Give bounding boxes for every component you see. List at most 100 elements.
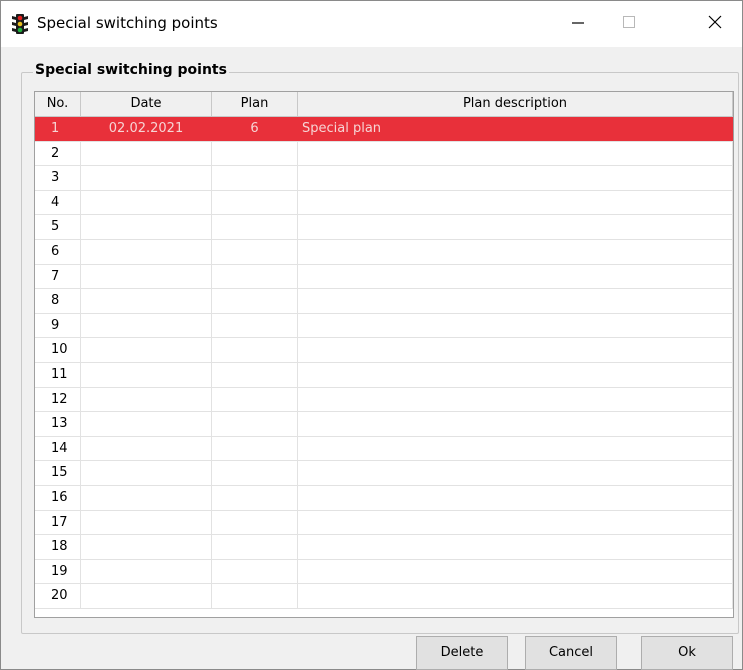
table-row[interactable]: 14 [35,436,733,462]
cell-plan[interactable] [212,362,298,387]
cell-date[interactable] [81,485,212,510]
cell-plan[interactable] [212,584,298,608]
cell-plan[interactable] [212,559,298,584]
cell-plan-description[interactable] [298,559,733,584]
cell-plan-description[interactable] [298,190,733,215]
cell-no[interactable]: 14 [35,436,81,461]
table-row[interactable]: 18 [35,535,733,560]
table-row[interactable]: 7 [35,264,733,290]
delete-button[interactable]: Delete [416,636,508,670]
cell-plan-description[interactable] [298,313,733,338]
cell-plan-description[interactable] [298,461,733,485]
table-row[interactable]: 13 [35,412,733,437]
cell-no[interactable]: 4 [35,190,81,215]
cell-plan-description[interactable] [298,362,733,387]
column-header-date[interactable]: Date [81,92,212,116]
cell-date[interactable]: 02.02.2021 [81,117,212,141]
column-header-no[interactable]: No. [35,92,81,116]
cell-plan-description[interactable] [298,387,733,412]
cell-plan[interactable] [212,264,298,289]
cell-plan-description[interactable] [298,289,733,313]
cell-plan-description[interactable] [298,485,733,510]
cell-no[interactable]: 16 [35,485,81,510]
cell-date[interactable] [81,215,212,239]
cell-date[interactable] [81,141,212,166]
cell-date[interactable] [81,436,212,461]
cell-date[interactable] [81,264,212,289]
cell-date[interactable] [81,412,212,436]
cell-date[interactable] [81,559,212,584]
table-row[interactable]: 12 [35,387,733,413]
cell-no[interactable]: 1 [35,117,81,141]
table-row[interactable]: 8 [35,289,733,314]
table-row[interactable]: 11 [35,362,733,388]
table-row[interactable]: 10 [35,338,733,363]
ok-button[interactable]: Ok [641,636,733,670]
table-row[interactable]: 6 [35,239,733,265]
table-row[interactable]: 19 [35,559,733,585]
title-bar[interactable]: Special switching points [1,1,742,47]
cell-plan-description[interactable] [298,166,733,190]
cell-no[interactable]: 19 [35,559,81,584]
cell-no[interactable]: 18 [35,535,81,559]
cell-plan-description[interactable] [298,535,733,559]
table-row[interactable]: 4 [35,190,733,216]
cell-no[interactable]: 2 [35,141,81,166]
maximize-button[interactable] [605,1,653,47]
table-row[interactable]: 9 [35,313,733,339]
cell-date[interactable] [81,239,212,264]
cell-plan-description[interactable] [298,436,733,461]
cell-no[interactable]: 20 [35,584,81,608]
minimize-button[interactable] [554,1,602,47]
cell-plan[interactable] [212,436,298,461]
cell-date[interactable] [81,461,212,485]
cell-plan[interactable] [212,215,298,239]
cell-date[interactable] [81,313,212,338]
cell-date[interactable] [81,387,212,412]
cell-plan-description[interactable]: Special plan [298,117,733,141]
cell-no[interactable]: 9 [35,313,81,338]
cell-plan-description[interactable] [298,264,733,289]
cell-plan[interactable] [212,313,298,338]
cell-plan[interactable] [212,461,298,485]
cell-no[interactable]: 3 [35,166,81,190]
table-row[interactable]: 1 02.02.2021 6 Special plan [35,117,733,142]
cell-plan[interactable] [212,190,298,215]
cell-plan-description[interactable] [298,338,733,362]
cell-plan[interactable] [212,141,298,166]
cell-date[interactable] [81,510,212,535]
table-row[interactable]: 2 [35,141,733,167]
cancel-button[interactable]: Cancel [525,636,617,670]
cell-plan[interactable] [212,510,298,535]
column-header-plan-description[interactable]: Plan description [298,92,733,116]
cell-plan[interactable] [212,166,298,190]
close-button[interactable] [691,1,739,47]
cell-date[interactable] [81,535,212,559]
cell-no[interactable]: 5 [35,215,81,239]
table-row[interactable]: 16 [35,485,733,511]
table-row[interactable]: 3 [35,166,733,191]
cell-date[interactable] [81,190,212,215]
cell-plan-description[interactable] [298,239,733,264]
table-row[interactable]: 20 [35,584,733,609]
cell-no[interactable]: 12 [35,387,81,412]
cell-date[interactable] [81,362,212,387]
cell-no[interactable]: 11 [35,362,81,387]
cell-plan-description[interactable] [298,412,733,436]
cell-no[interactable]: 13 [35,412,81,436]
cell-no[interactable]: 15 [35,461,81,485]
cell-plan-description[interactable] [298,141,733,166]
cell-no[interactable]: 8 [35,289,81,313]
table-row[interactable]: 17 [35,510,733,536]
cell-no[interactable]: 6 [35,239,81,264]
cell-plan[interactable] [212,485,298,510]
cell-plan-description[interactable] [298,510,733,535]
cell-plan-description[interactable] [298,584,733,608]
cell-plan-description[interactable] [298,215,733,239]
cell-date[interactable] [81,166,212,190]
cell-plan[interactable] [212,289,298,313]
cell-plan[interactable]: 6 [212,117,298,141]
cell-date[interactable] [81,584,212,608]
cell-no[interactable]: 10 [35,338,81,362]
column-header-plan[interactable]: Plan [212,92,298,116]
